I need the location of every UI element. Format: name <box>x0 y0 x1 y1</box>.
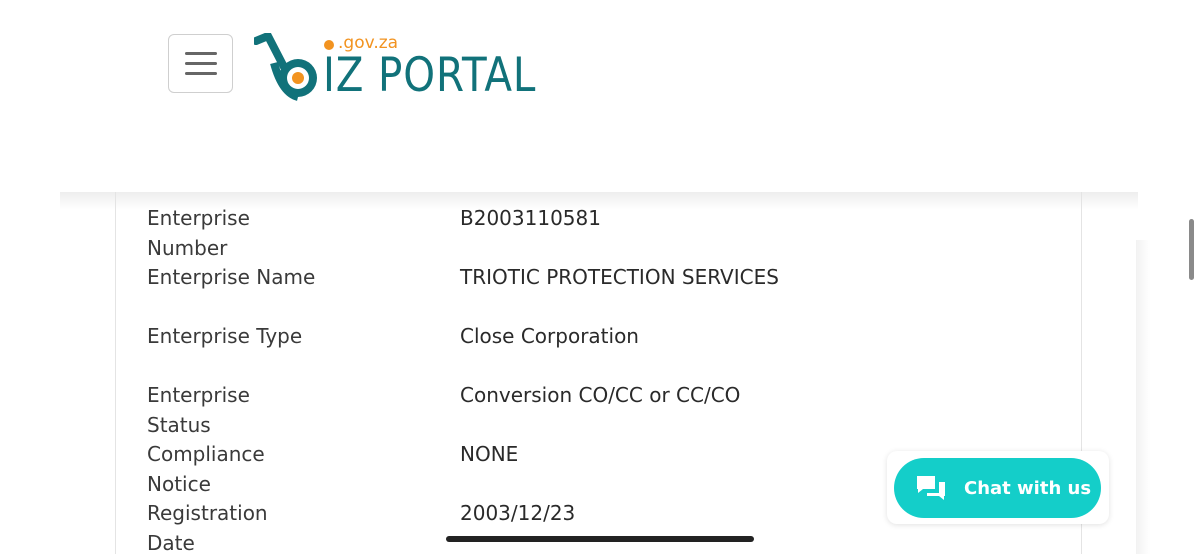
hamburger-bar <box>184 72 217 75</box>
detail-label: Enterprise Name <box>147 265 316 289</box>
side-shadow <box>1136 240 1150 554</box>
detail-label: Enterprise Status <box>147 383 250 437</box>
detail-label: Enterprise Number <box>147 206 250 260</box>
home-indicator <box>446 536 754 542</box>
detail-value: B2003110581 <box>460 206 601 230</box>
bizportal-logo[interactable]: .gov.za IZ PORTAL <box>254 33 554 103</box>
hamburger-bar <box>184 62 217 65</box>
chat-bubbles-icon <box>917 476 945 500</box>
chat-with-us-button[interactable]: Chat with us <box>894 458 1101 518</box>
detail-label: Registration Date <box>147 501 268 554</box>
bizportal-logo-mark <box>254 33 317 101</box>
logo-word-text: IZ PORTAL <box>323 48 537 103</box>
detail-value: Close Corporation <box>460 324 639 348</box>
detail-label: Compliance Notice <box>147 442 265 496</box>
detail-value: TRIOTIC PROTECTION SERVICES <box>460 265 779 289</box>
detail-value: NONE <box>460 442 519 466</box>
detail-value: Conversion CO/CC or CC/CO <box>460 383 741 407</box>
menu-button[interactable] <box>168 34 233 93</box>
scrollbar[interactable] <box>1189 219 1194 280</box>
page: .gov.za IZ PORTAL Enterprise Number B200… <box>0 0 1199 554</box>
detail-value: 2003/12/23 <box>460 501 576 525</box>
hamburger-menu-icon <box>184 52 217 55</box>
chat-widget: Chat with us <box>887 451 1109 524</box>
detail-label: Enterprise Type <box>147 324 303 348</box>
chat-button-label: Chat with us <box>964 477 1092 499</box>
